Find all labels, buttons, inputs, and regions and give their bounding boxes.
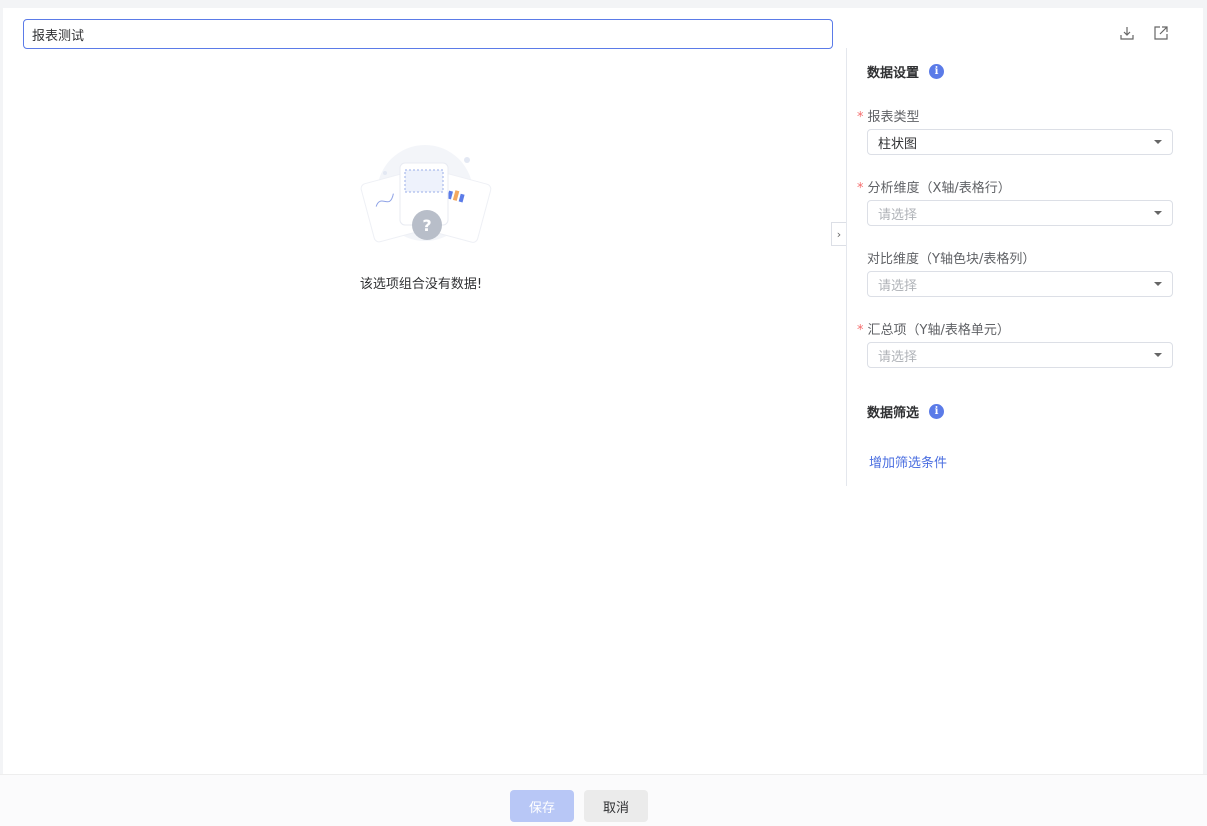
report-title-input[interactable] [23, 19, 833, 49]
label-text: 分析维度（X轴/表格行） [867, 181, 1011, 196]
compare-dimension-label: 对比维度（Y轴色块/表格列） [867, 248, 1035, 267]
caret-down-icon [1154, 353, 1162, 357]
label-text: 汇总项（Y轴/表格单元） [867, 323, 1010, 338]
report-type-select[interactable]: 柱状图 [867, 129, 1173, 155]
summary-item-select[interactable]: 请选择 [867, 342, 1173, 368]
empty-illustration-icon: ? [360, 145, 492, 243]
info-icon[interactable]: i [929, 64, 945, 79]
report-type-label: * 报表类型 [857, 110, 920, 125]
empty-state: ? 该选项组合没有数据! [343, 138, 503, 292]
summary-item-label: * 汇总项（Y轴/表格单元） [857, 323, 1010, 338]
svg-text:?: ? [422, 216, 431, 235]
caret-down-icon [1154, 211, 1162, 215]
save-button[interactable]: 保存 [510, 790, 574, 822]
data-filter-label: 数据筛选 [867, 406, 920, 421]
settings-panel: 数据设置 i * 报表类型 柱状图 * 分析维度（X轴/表格行） 请选择 对比维度（… [846, 48, 1203, 486]
caret-down-icon [1154, 140, 1162, 144]
info-icon[interactable]: i [929, 404, 945, 419]
label-text: 报表类型 [867, 110, 920, 125]
report-editor: ? 该选项组合没有数据! › 数据设置 i *报表类型 柱状图 *分析维度（X轴… [3, 8, 1203, 774]
select-placeholder: 请选择 [878, 278, 918, 294]
analysis-dimension-select[interactable]: 请选择 [867, 200, 1173, 226]
cancel-button[interactable]: 取消 [584, 790, 648, 822]
collapse-panel-button[interactable]: › [831, 222, 846, 246]
footer: 保存 取消 [0, 774, 1207, 826]
download-icon[interactable] [1118, 24, 1136, 42]
select-placeholder: 请选择 [878, 207, 918, 223]
caret-down-icon [1154, 282, 1162, 286]
select-value: 柱状图 [878, 136, 918, 152]
data-settings-label: 数据设置 [867, 66, 920, 81]
data-settings-title: 数据设置 i [867, 62, 945, 81]
external-link-icon[interactable] [1152, 24, 1170, 42]
select-placeholder: 请选择 [878, 349, 918, 365]
analysis-dimension-label: * 分析维度（X轴/表格行） [857, 181, 1011, 196]
label-text: 对比维度（Y轴色块/表格列） [867, 252, 1036, 267]
compare-dimension-select[interactable]: 请选择 [867, 271, 1173, 297]
data-filter-title: 数据筛选 i [867, 402, 945, 421]
empty-message: 该选项组合没有数据! [359, 277, 483, 292]
add-filter-link[interactable]: 增加筛选条件 [869, 452, 947, 471]
